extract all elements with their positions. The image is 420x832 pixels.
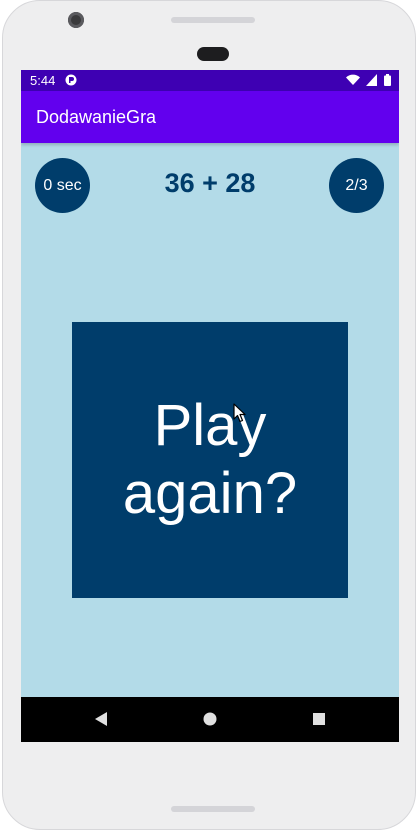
app-screen: 5:44 DodawanieGra 0 sec 36 + 28 2/3 Play	[21, 70, 399, 742]
top-speaker-grille	[171, 17, 255, 23]
timer-badge: 0 sec	[35, 158, 90, 213]
battery-icon	[384, 74, 391, 86]
status-bar: 5:44	[21, 70, 399, 91]
cell-signal-icon	[366, 74, 378, 86]
timer-label: 0 sec	[43, 176, 82, 194]
back-icon[interactable]	[94, 712, 108, 726]
play-again-label: Play again?	[122, 393, 298, 526]
navigation-bar	[21, 697, 399, 742]
status-icons	[343, 74, 391, 87]
wifi-icon	[345, 74, 360, 85]
score-label: 2/3	[345, 176, 368, 194]
earpiece	[197, 47, 229, 61]
app-bar: DodawanieGra	[21, 91, 399, 143]
play-again-button[interactable]: Play again?	[72, 322, 348, 598]
status-time: 5:44	[30, 73, 56, 88]
question-text: 36 + 28	[164, 168, 256, 198]
app-notification-icon	[65, 74, 77, 86]
mouse-cursor-icon	[233, 403, 246, 423]
recents-icon[interactable]	[312, 712, 326, 726]
front-camera	[68, 12, 84, 28]
bottom-speaker-grille	[171, 806, 255, 812]
app-title: DodawanieGra	[36, 107, 157, 127]
score-badge: 2/3	[329, 158, 384, 213]
home-icon[interactable]	[203, 712, 217, 726]
